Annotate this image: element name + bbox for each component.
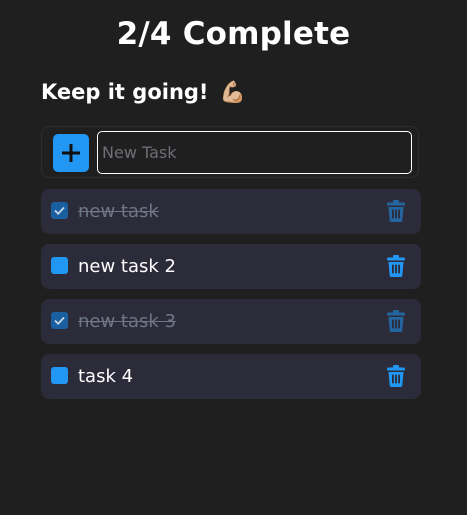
trash-icon[interactable] [386,365,406,387]
subtitle-text: Keep it going! [41,80,209,104]
task-checkbox[interactable] [51,312,68,329]
task-item: task 4 [41,354,421,399]
task-list: new task new task 2 new task 3 task 4 [41,189,421,409]
task-checkbox[interactable] [51,202,68,219]
plus-icon [62,144,80,162]
new-task-form [41,126,419,178]
task-item: new task 3 [41,299,421,344]
checkmark-icon [54,316,65,325]
page-title: 2/4 Complete [116,16,351,52]
task-label: task 4 [78,366,134,387]
trash-icon[interactable] [386,310,406,332]
task-checkbox[interactable] [51,257,68,274]
task-label: new task [78,201,159,222]
task-item: new task [41,189,421,234]
motivation-subtitle: Keep it going! 💪🏼 [41,76,246,108]
task-item: new task 2 [41,244,421,289]
new-task-input[interactable] [97,131,412,174]
add-task-button[interactable] [53,134,89,172]
todo-app: 2/4 Complete Keep it going! 💪🏼 new task [0,0,467,515]
task-checkbox[interactable] [51,367,68,384]
flexed-biceps-icon: 💪🏼 [219,80,246,104]
trash-icon[interactable] [386,255,406,277]
task-label: new task 3 [78,311,176,332]
checkmark-icon [54,206,65,215]
task-label: new task 2 [78,256,176,277]
trash-icon[interactable] [386,200,406,222]
